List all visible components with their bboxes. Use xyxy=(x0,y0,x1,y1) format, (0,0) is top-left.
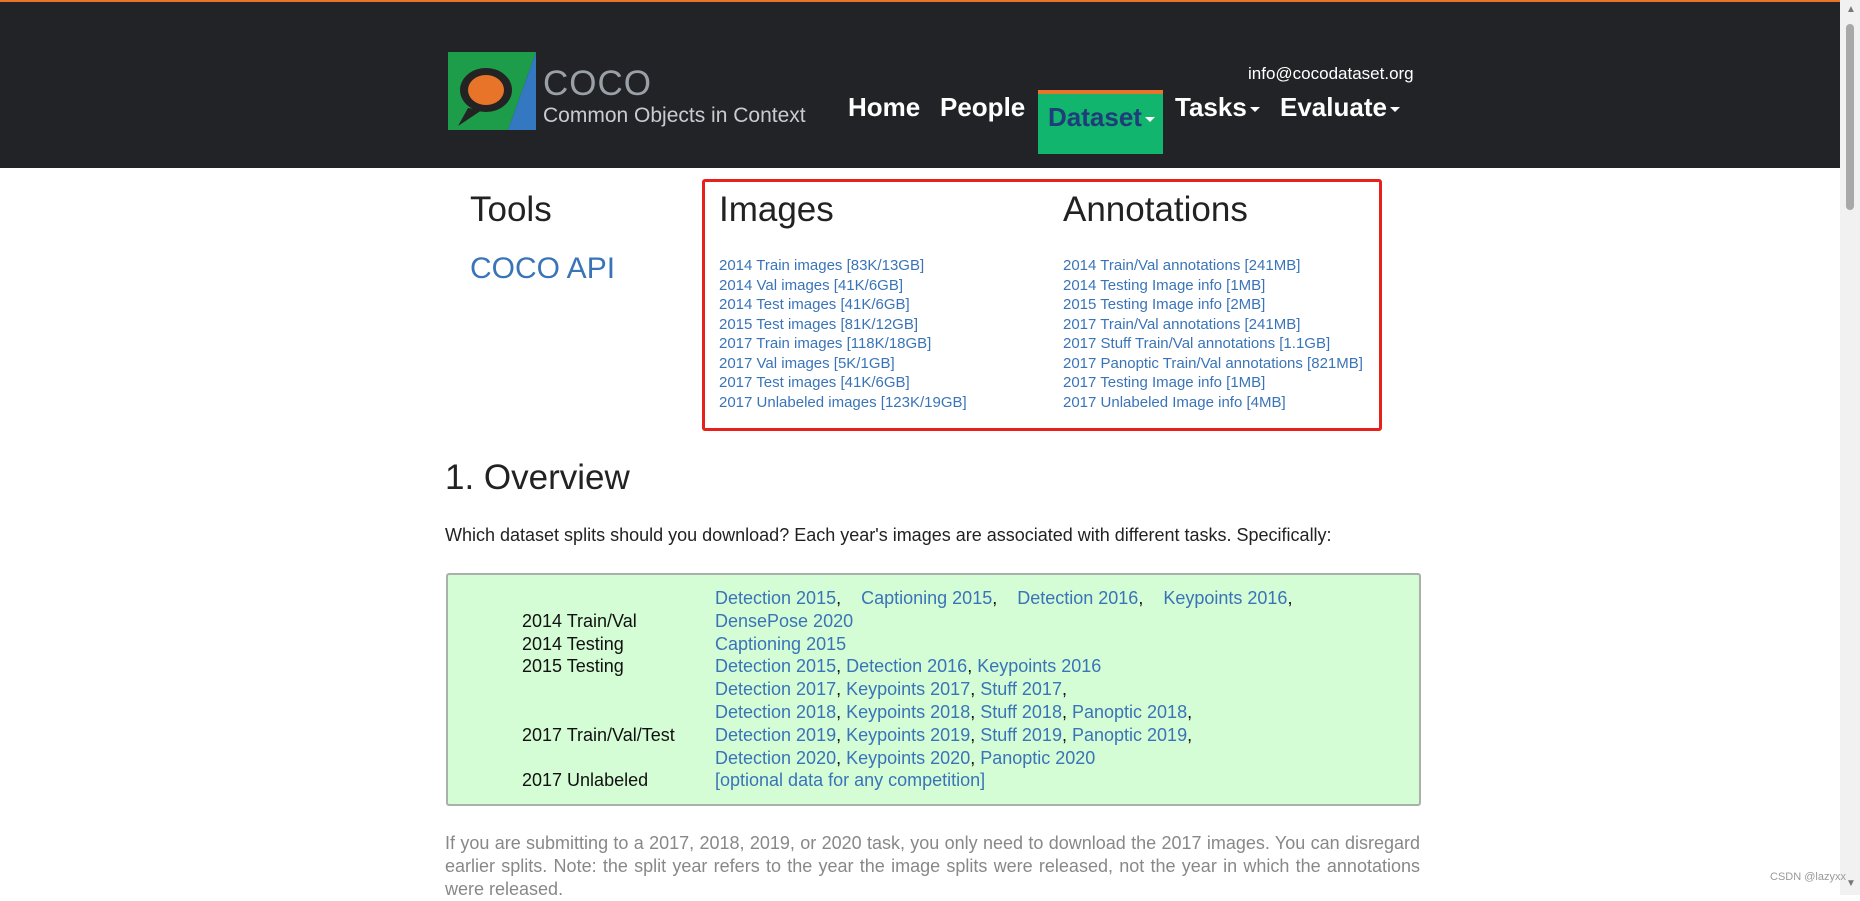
task-line-2014-b: DensePose 2020 xyxy=(715,611,853,632)
task-link[interactable]: Detection 2019 xyxy=(715,725,836,745)
image-download-link[interactable]: 2017 Unlabeled images [123K/19GB] xyxy=(719,394,967,411)
task-line-2017-2: Detection 2018, Keypoints 2018, Stuff 20… xyxy=(715,702,1193,722)
coco-logo-icon[interactable] xyxy=(448,52,536,130)
caret-down-icon xyxy=(1389,106,1400,112)
task-link[interactable]: Stuff 2018 xyxy=(980,702,1062,722)
image-download-link[interactable]: 2014 Train images [83K/13GB] xyxy=(719,257,924,274)
task-line-2017-unlabeled: [optional data for any competition] xyxy=(715,770,985,791)
task-link[interactable]: [optional data for any competition] xyxy=(715,770,985,790)
task-link[interactable]: DensePose 2020 xyxy=(715,611,853,631)
task-line-2017-4: Detection 2020, Keypoints 2020, Panoptic… xyxy=(715,748,1096,768)
split-label: 2014 Train/Val xyxy=(522,611,637,631)
annotations-heading: Annotations xyxy=(1063,190,1248,229)
task-line-2017-1: Detection 2017, Keypoints 2017, Stuff 20… xyxy=(715,679,1067,699)
nav-people-label: People xyxy=(940,92,1026,122)
task-link[interactable]: Panoptic 2020 xyxy=(980,748,1095,768)
nav-tasks-label: Tasks xyxy=(1175,92,1247,122)
image-download-link[interactable]: 2014 Test images [41K/6GB] xyxy=(719,296,910,313)
task-link[interactable]: Keypoints 2016 xyxy=(1163,588,1287,608)
coco-api-link[interactable]: COCO API xyxy=(470,252,615,286)
task-line-2017-3: Detection 2019, Keypoints 2019, Stuff 20… xyxy=(715,725,1193,745)
logo-title[interactable]: COCO xyxy=(543,64,652,104)
logo-subtitle[interactable]: Common Objects in Context xyxy=(543,104,806,128)
split-label: 2017 Unlabeled xyxy=(522,770,649,790)
task-link[interactable]: Detection 2015 xyxy=(715,588,836,608)
task-link[interactable]: Detection 2020 xyxy=(715,748,836,768)
tools-heading: Tools xyxy=(470,190,552,229)
task-link[interactable]: Captioning 2015 xyxy=(861,588,992,608)
task-link[interactable]: Keypoints 2019 xyxy=(846,725,970,745)
nav-evaluate-label: Evaluate xyxy=(1280,92,1387,122)
image-download-list: 2014 Train images [83K/13GB] 2014 Val im… xyxy=(719,256,967,412)
scrollbar-thumb[interactable] xyxy=(1846,24,1854,210)
task-link[interactable]: Captioning 2015 xyxy=(715,634,846,654)
task-link[interactable]: Keypoints 2017 xyxy=(846,679,970,699)
split-label: 2015 Testing xyxy=(522,656,624,676)
task-link[interactable]: Keypoints 2020 xyxy=(846,748,970,768)
image-download-link[interactable]: 2015 Test images [81K/12GB] xyxy=(719,316,918,333)
task-line-2014-a: Detection 2015, Captioning 2015, Detection… xyxy=(715,588,1293,608)
nav-home-label: Home xyxy=(848,92,921,122)
annotation-download-link[interactable]: 2017 Testing Image info [1MB] xyxy=(1063,374,1265,391)
image-download-link[interactable]: 2017 Val images [5K/1GB] xyxy=(719,355,895,372)
annotation-download-link[interactable]: 2014 Train/Val annotations [241MB] xyxy=(1063,257,1300,274)
nav-evaluate[interactable]: Evaluate xyxy=(1280,92,1400,156)
annotation-download-link[interactable]: 2017 Train/Val annotations [241MB] xyxy=(1063,316,1300,333)
task-link[interactable]: Stuff 2017 xyxy=(980,679,1062,699)
image-download-link[interactable]: 2017 Train images [118K/18GB] xyxy=(719,335,931,352)
nav-home[interactable]: Home xyxy=(848,92,920,156)
overview-note: If you are submitting to a 2017, 2018, 2… xyxy=(445,833,1420,899)
task-link[interactable]: Detection 2016 xyxy=(846,656,967,676)
nav-dataset-label: Dataset xyxy=(1048,102,1142,132)
split-label: 2017 Train/Val/Test xyxy=(522,725,675,745)
task-link[interactable]: Detection 2018 xyxy=(715,702,836,722)
split-label: 2014 Testing xyxy=(522,634,624,654)
annotation-download-link[interactable]: 2017 Unlabeled Image info [4MB] xyxy=(1063,394,1286,411)
overview-intro: Which dataset splits should you download… xyxy=(445,525,1332,545)
task-link[interactable]: Keypoints 2018 xyxy=(846,702,970,722)
images-heading: Images xyxy=(719,190,834,229)
watermark-text: CSDN @lazyxx xyxy=(1770,871,1846,883)
scroll-up-arrow-icon[interactable]: ▲ xyxy=(1846,4,1856,15)
annotation-download-link[interactable]: 2017 Stuff Train/Val annotations [1.1GB] xyxy=(1063,335,1330,352)
caret-down-icon xyxy=(1144,116,1155,122)
nav-tasks[interactable]: Tasks xyxy=(1175,92,1260,156)
task-link[interactable]: Keypoints 2016 xyxy=(977,656,1101,676)
task-link[interactable]: Detection 2017 xyxy=(715,679,836,699)
task-link[interactable]: Stuff 2019 xyxy=(980,725,1062,745)
annotation-download-list: 2014 Train/Val annotations [241MB] 2014 … xyxy=(1063,256,1363,412)
task-line-2014-test: Captioning 2015 xyxy=(715,634,846,655)
nav-dataset[interactable]: Dataset xyxy=(1038,90,1163,154)
image-download-link[interactable]: 2017 Test images [41K/6GB] xyxy=(719,374,910,391)
contact-email[interactable]: info@cocodataset.org xyxy=(1248,64,1414,84)
caret-down-icon xyxy=(1249,106,1260,112)
scroll-down-arrow-icon[interactable]: ▼ xyxy=(1846,878,1856,889)
task-link[interactable]: Panoptic 2019 xyxy=(1072,725,1187,745)
image-download-link[interactable]: 2014 Val images [41K/6GB] xyxy=(719,277,903,294)
annotation-download-link[interactable]: 2017 Panoptic Train/Val annotations [821… xyxy=(1063,355,1363,372)
task-link[interactable]: Detection 2015 xyxy=(715,656,836,676)
task-link[interactable]: Detection 2016 xyxy=(1017,588,1138,608)
task-link[interactable]: Panoptic 2018 xyxy=(1072,702,1187,722)
overview-heading: 1. Overview xyxy=(445,458,630,497)
nav-people[interactable]: People xyxy=(940,92,1025,156)
task-line-2015-test: Detection 2015, Detection 2016, Keypoint… xyxy=(715,656,1102,676)
annotation-download-link[interactable]: 2014 Testing Image info [1MB] xyxy=(1063,277,1265,294)
annotation-download-link[interactable]: 2015 Testing Image info [2MB] xyxy=(1063,296,1265,313)
